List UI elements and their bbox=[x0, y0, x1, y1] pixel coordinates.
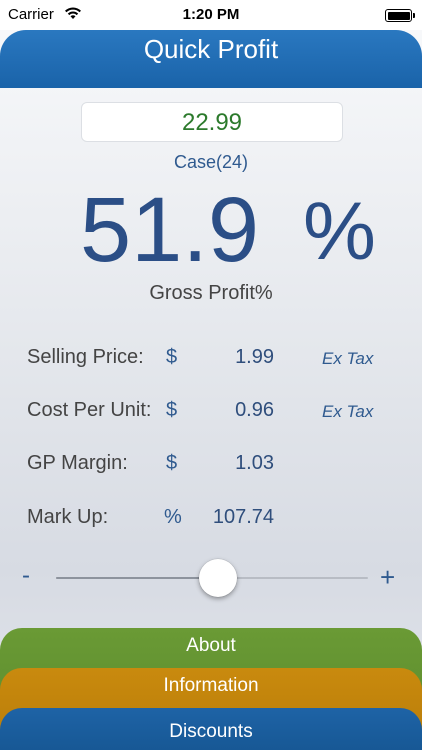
gp-margin-label: GP Margin: bbox=[27, 452, 128, 474]
gp-margin-value: 1.03 bbox=[235, 452, 274, 474]
mark-up-value: 107.74 bbox=[212, 506, 274, 528]
cost-per-unit-label: Cost Per Unit: bbox=[27, 399, 152, 421]
status-bar: Carrier 1:20 PM bbox=[0, 0, 422, 30]
gp-margin-currency: $ bbox=[166, 452, 178, 474]
gross-profit-percent-sign: % bbox=[303, 186, 376, 277]
selling-price-row: Selling Price: $ 1.99 Ex Tax bbox=[0, 346, 422, 376]
unit-label[interactable]: Case(24) bbox=[0, 152, 422, 173]
slider-increase-button[interactable]: + bbox=[380, 562, 395, 593]
selling-price-tax-note[interactable]: Ex Tax bbox=[322, 349, 373, 369]
mark-up-percent-sign: % bbox=[164, 506, 182, 528]
gross-profit-label: Gross Profit% bbox=[149, 282, 273, 304]
battery-icon bbox=[385, 9, 415, 22]
page-title: Quick Profit bbox=[143, 34, 279, 64]
slider-decrease-button[interactable]: - bbox=[22, 562, 30, 590]
tab-about-label: About bbox=[186, 635, 236, 656]
slider-thumb[interactable] bbox=[199, 559, 238, 597]
mark-up-label: Mark Up: bbox=[27, 506, 109, 528]
cost-per-unit-row: Cost Per Unit: $ 0.96 Ex Tax bbox=[0, 399, 422, 429]
gross-profit-value: 51.9 bbox=[80, 179, 260, 281]
price-input-value: 22.99 bbox=[181, 109, 243, 136]
tab-discounts[interactable]: Discounts bbox=[0, 708, 422, 750]
mark-up-row: Mark Up: % 107.74 bbox=[0, 506, 422, 536]
tab-information-label: Information bbox=[163, 675, 259, 696]
status-time: 1:20 PM bbox=[182, 6, 240, 23]
gp-margin-row: GP Margin: $ 1.03 bbox=[0, 452, 422, 482]
selling-price-currency: $ bbox=[166, 346, 178, 368]
cost-per-unit-tax-note[interactable]: Ex Tax bbox=[322, 402, 373, 422]
app-header: Quick Profit bbox=[0, 30, 422, 88]
tab-discounts-label: Discounts bbox=[169, 721, 253, 742]
selling-price-value[interactable]: 1.99 bbox=[235, 346, 274, 369]
cost-per-unit-value[interactable]: 0.96 bbox=[235, 399, 274, 422]
cost-per-unit-currency: $ bbox=[166, 399, 178, 421]
price-input[interactable]: 22.99 bbox=[81, 102, 343, 142]
slider-fill bbox=[56, 577, 219, 579]
selling-price-label: Selling Price: bbox=[27, 346, 144, 368]
